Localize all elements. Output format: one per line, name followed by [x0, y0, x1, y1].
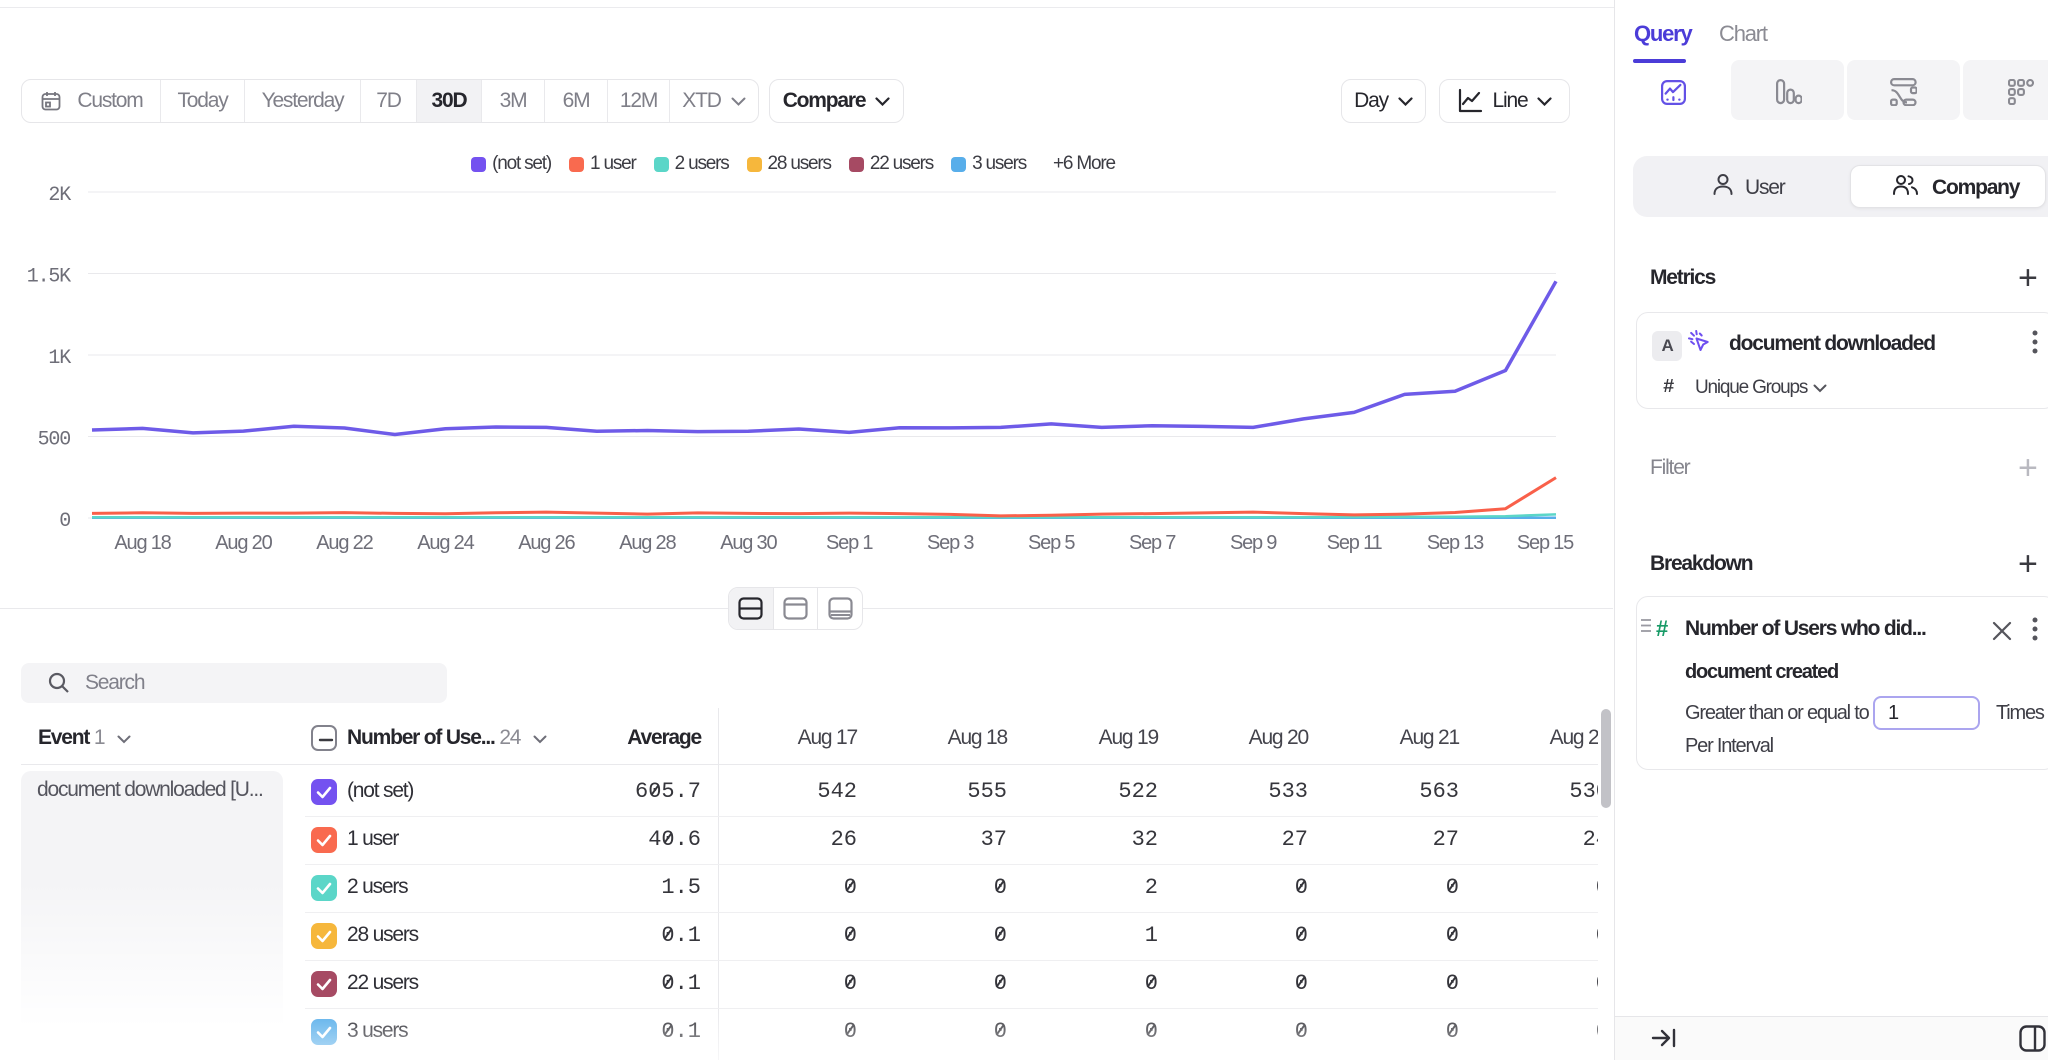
svg-text:Sep 3: Sep 3: [927, 532, 974, 554]
svg-text:Sep 9: Sep 9: [1230, 532, 1277, 554]
svg-text:1K: 1K: [48, 347, 71, 370]
svg-text:Sep 1: Sep 1: [826, 532, 873, 554]
svg-text:Aug 24: Aug 24: [417, 532, 474, 554]
svg-text:Sep 7: Sep 7: [1129, 532, 1176, 554]
svg-text:Aug 30: Aug 30: [720, 532, 777, 554]
svg-text:Aug 28: Aug 28: [619, 532, 676, 554]
svg-text:1.5K: 1.5K: [27, 266, 71, 289]
svg-text:Aug 20: Aug 20: [215, 532, 272, 554]
svg-text:Sep 11: Sep 11: [1327, 532, 1383, 554]
svg-text:0: 0: [59, 510, 70, 533]
svg-text:Sep 13: Sep 13: [1427, 532, 1484, 554]
svg-text:500: 500: [38, 429, 71, 452]
svg-text:Sep 5: Sep 5: [1028, 532, 1075, 554]
svg-text:Aug 22: Aug 22: [316, 532, 373, 554]
svg-text:2K: 2K: [48, 184, 71, 207]
svg-text:Aug 26: Aug 26: [518, 532, 575, 554]
svg-text:Sep 15: Sep 15: [1517, 532, 1574, 554]
svg-text:Aug 18: Aug 18: [114, 532, 171, 554]
